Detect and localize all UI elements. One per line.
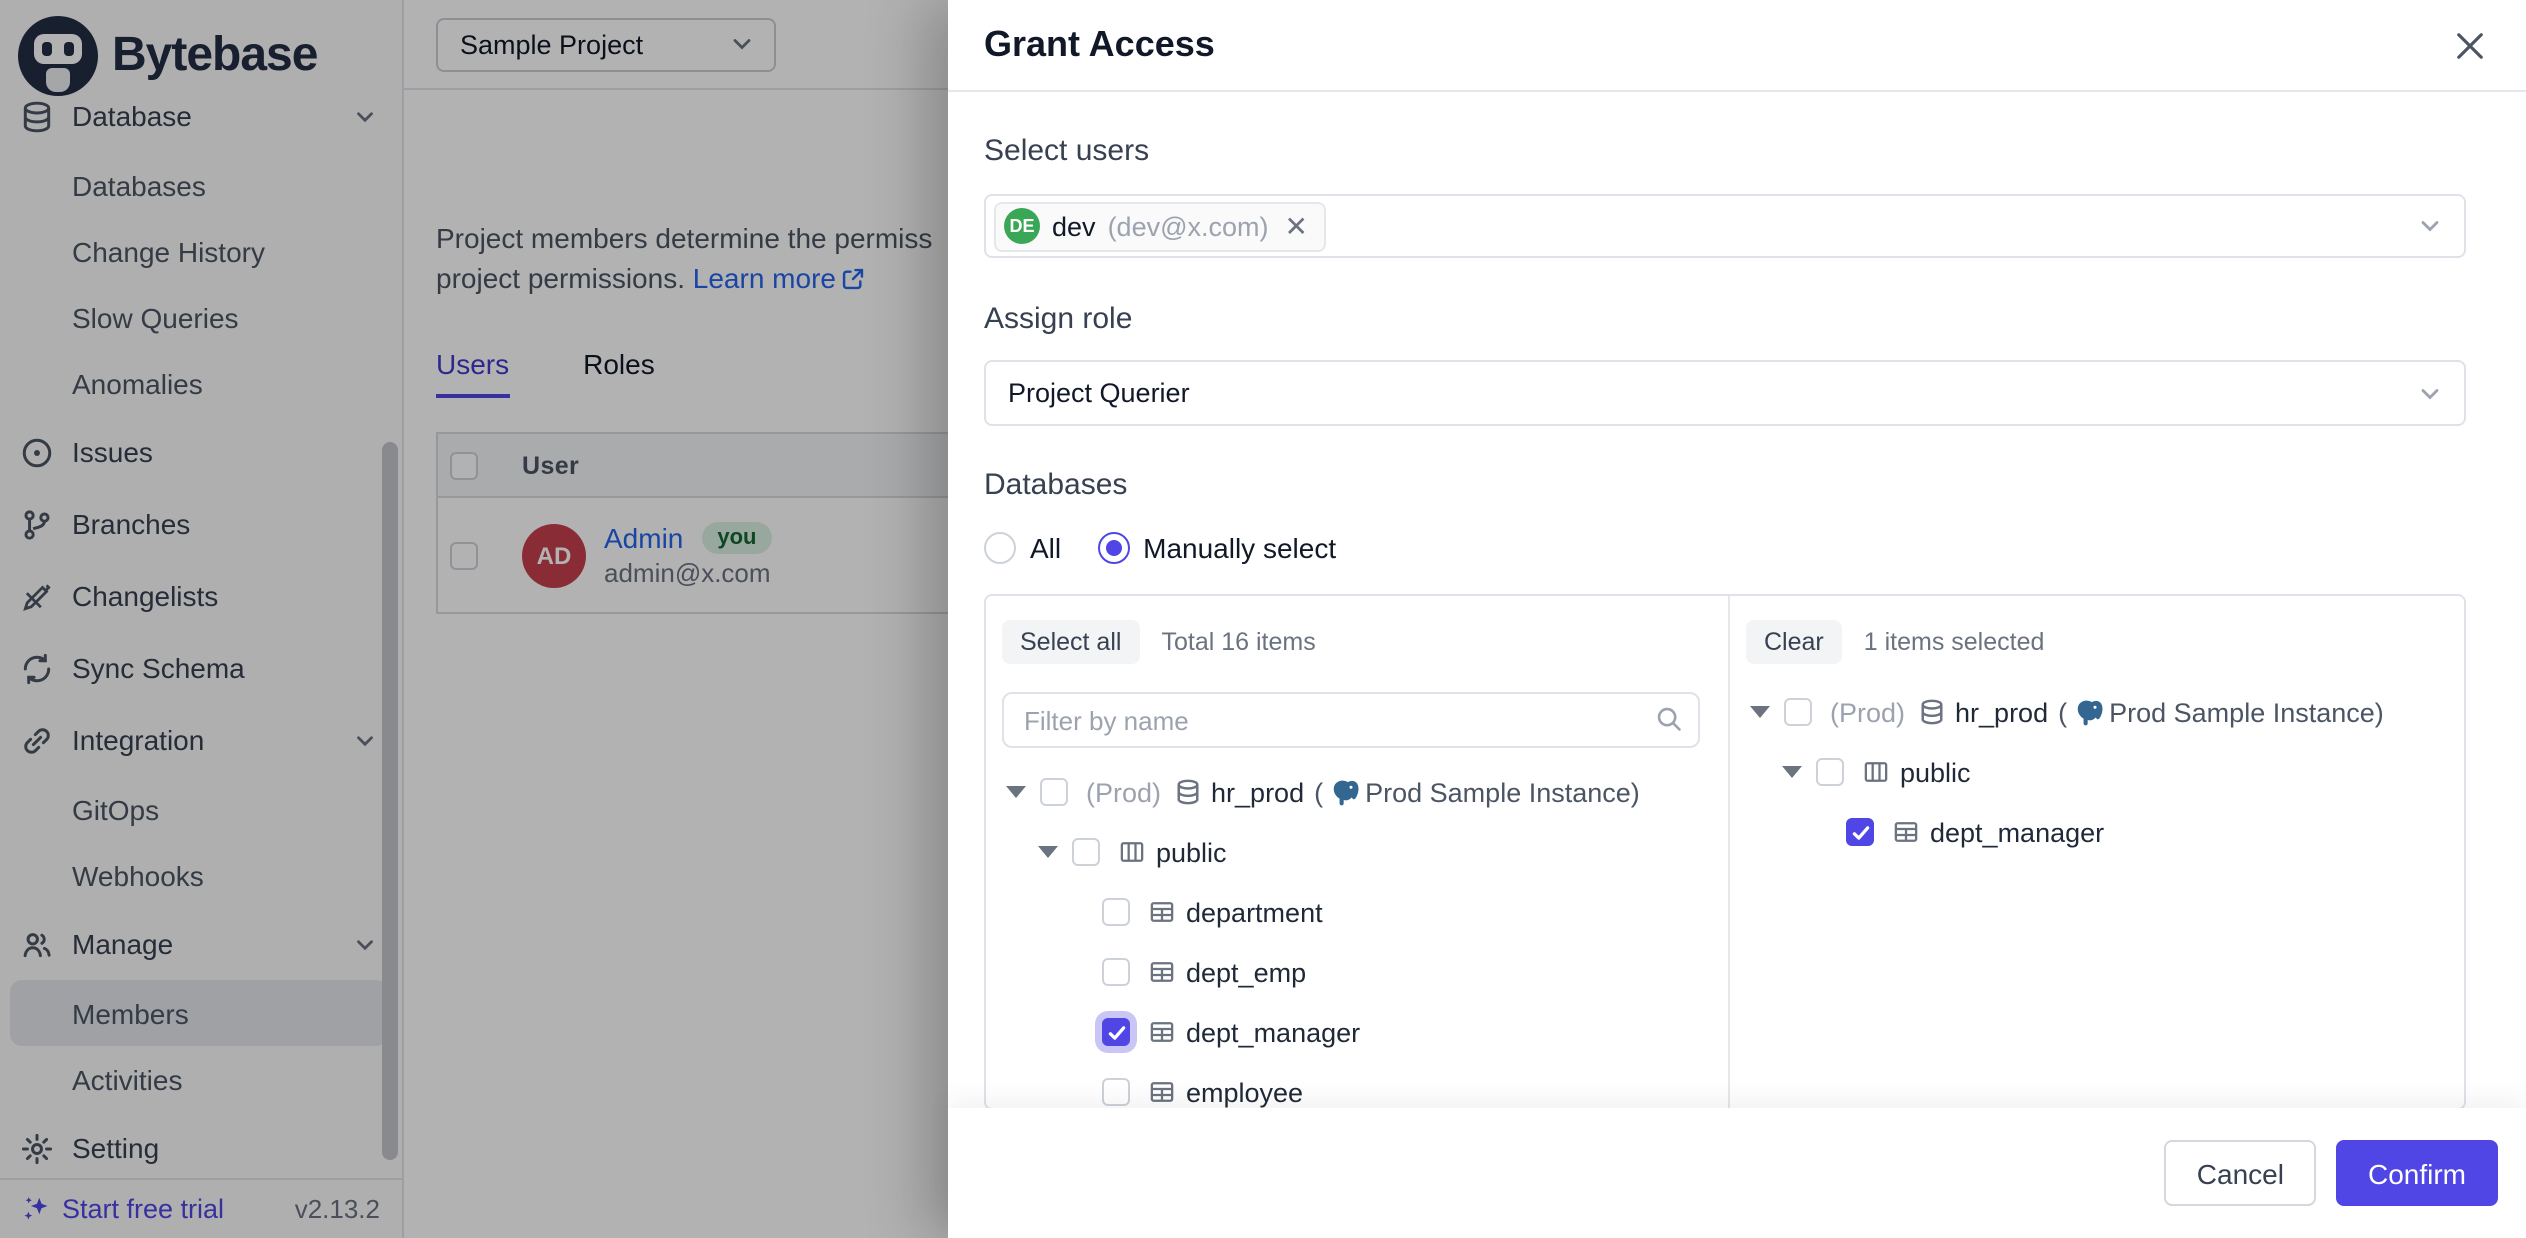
- table-name: employee: [1186, 1077, 1303, 1107]
- caret-down-icon[interactable]: [1038, 846, 1058, 858]
- table-name: dept_emp: [1186, 957, 1306, 987]
- tree-checkbox[interactable]: [1816, 758, 1844, 786]
- source-tree: (Prod) hr_prod ( Prod Sample Instance): [1002, 762, 1700, 1108]
- schema-name: public: [1156, 837, 1227, 867]
- radio-manual-label: Manually select: [1143, 532, 1336, 564]
- total-items-label: Total 16 items: [1161, 628, 1315, 656]
- select-users-input[interactable]: DE dev (dev@x.com) ✕: [984, 194, 2466, 258]
- tree-checkbox[interactable]: [1072, 838, 1100, 866]
- tree-checkbox[interactable]: [1040, 778, 1068, 806]
- environment-label: (Prod): [1830, 697, 1905, 727]
- caret-down-icon[interactable]: [1750, 706, 1770, 718]
- chevron-down-icon: [2416, 212, 2444, 240]
- avatar: DE: [1004, 208, 1040, 244]
- tree-row-table[interactable]: department: [1002, 882, 1700, 942]
- caret-down-icon[interactable]: [1782, 766, 1802, 778]
- tree-row-table[interactable]: dept_emp: [1002, 942, 1700, 1002]
- caret-down-icon[interactable]: [1006, 786, 1026, 798]
- picker-selected-panel: Clear 1 items selected (Prod) hr_prod: [1730, 596, 2464, 1108]
- tree-row-schema[interactable]: public: [1002, 822, 1700, 882]
- database-name: hr_prod: [1955, 697, 2048, 727]
- tree-row-table-selected[interactable]: dept_manager: [1746, 802, 2444, 862]
- tree-row-schema[interactable]: public: [1746, 742, 2444, 802]
- database-icon: [1917, 698, 1945, 726]
- radio-all[interactable]: All: [984, 532, 1061, 564]
- search-icon: [1654, 704, 1684, 734]
- assign-role-select[interactable]: Project Querier: [984, 360, 2466, 426]
- items-selected-label: 1 items selected: [1864, 628, 2045, 656]
- table-icon: [1148, 958, 1176, 986]
- tree-row-instance[interactable]: (Prod) hr_prod ( Prod Sample Instance): [1002, 762, 1700, 822]
- table-icon: [1892, 818, 1920, 846]
- close-icon[interactable]: [2446, 21, 2494, 69]
- picker-source-panel: Select all Total 16 items (Prod): [986, 596, 1730, 1108]
- instance-name: Prod Sample Instance): [1365, 777, 1640, 807]
- table-icon: [1148, 1018, 1176, 1046]
- chip-user-email: (dev@x.com): [1108, 211, 1269, 241]
- radio-selected-icon: [1097, 532, 1129, 564]
- selected-tree: (Prod) hr_prod ( Prod Sample Instance): [1746, 682, 2444, 862]
- tree-checkbox[interactable]: [1784, 698, 1812, 726]
- schema-icon: [1862, 758, 1890, 786]
- table-name: dept_manager: [1186, 1017, 1360, 1047]
- filter-wrap: [1002, 692, 1700, 748]
- confirm-button[interactable]: Confirm: [2336, 1140, 2498, 1206]
- tree-row-table-selected[interactable]: dept_manager: [1002, 1002, 1700, 1062]
- tree-checkbox-checked[interactable]: [1846, 818, 1874, 846]
- instance-paren: (: [2058, 697, 2067, 727]
- table-icon: [1148, 898, 1176, 926]
- database-scope-radios: All Manually select: [984, 532, 2466, 564]
- instance-paren: (: [1314, 777, 1323, 807]
- radio-manually-select[interactable]: Manually select: [1097, 532, 1336, 564]
- chip-user-name: dev: [1052, 211, 1096, 241]
- picker-selected-head: Clear 1 items selected: [1746, 620, 2444, 664]
- tree-checkbox[interactable]: [1102, 1078, 1130, 1106]
- modal-footer: Cancel Confirm: [948, 1108, 2526, 1238]
- select-all-button[interactable]: Select all: [1002, 620, 1139, 664]
- tree-checkbox[interactable]: [1102, 898, 1130, 926]
- database-name: hr_prod: [1211, 777, 1304, 807]
- instance-name: Prod Sample Instance): [2109, 697, 2384, 727]
- tree-row-instance[interactable]: (Prod) hr_prod ( Prod Sample Instance): [1746, 682, 2444, 742]
- schema-name: public: [1900, 757, 1971, 787]
- table-icon: [1148, 1078, 1176, 1106]
- assign-role-label: Assign role: [984, 300, 2466, 340]
- database-icon: [1173, 778, 1201, 806]
- modal-body: Select users DE dev (dev@x.com) ✕ Assign…: [948, 92, 2526, 1108]
- assign-role-value: Project Querier: [1008, 378, 1190, 408]
- database-picker: Select all Total 16 items (Prod): [984, 594, 2466, 1108]
- select-users-label: Select users: [984, 132, 2466, 172]
- postgres-icon: [2073, 697, 2103, 727]
- picker-source-head: Select all Total 16 items: [1002, 620, 1700, 664]
- remove-user-icon[interactable]: ✕: [1285, 212, 1308, 240]
- table-name: dept_manager: [1930, 817, 2104, 847]
- tree-row-table[interactable]: employee: [1002, 1062, 1700, 1108]
- environment-label: (Prod): [1086, 777, 1161, 807]
- radio-icon: [984, 532, 1016, 564]
- app-viewport: Bytebase Database Databases Change Histo…: [0, 0, 2526, 1238]
- schema-icon: [1118, 838, 1146, 866]
- filter-input[interactable]: [1002, 692, 1700, 748]
- cancel-button[interactable]: Cancel: [2165, 1140, 2316, 1206]
- clear-button[interactable]: Clear: [1746, 620, 1842, 664]
- modal-title: Grant Access: [984, 24, 1215, 66]
- databases-label: Databases: [984, 466, 2466, 506]
- radio-all-label: All: [1030, 532, 1061, 564]
- tree-checkbox[interactable]: [1102, 958, 1130, 986]
- tree-checkbox-checked[interactable]: [1102, 1018, 1130, 1046]
- table-name: department: [1186, 897, 1323, 927]
- modal-header: Grant Access: [948, 0, 2526, 92]
- chevron-down-icon: [2416, 379, 2444, 407]
- grant-access-modal: Grant Access Select users DE dev (dev@x.…: [948, 0, 2526, 1238]
- selected-user-chip: DE dev (dev@x.com) ✕: [994, 201, 1326, 251]
- postgres-icon: [1329, 777, 1359, 807]
